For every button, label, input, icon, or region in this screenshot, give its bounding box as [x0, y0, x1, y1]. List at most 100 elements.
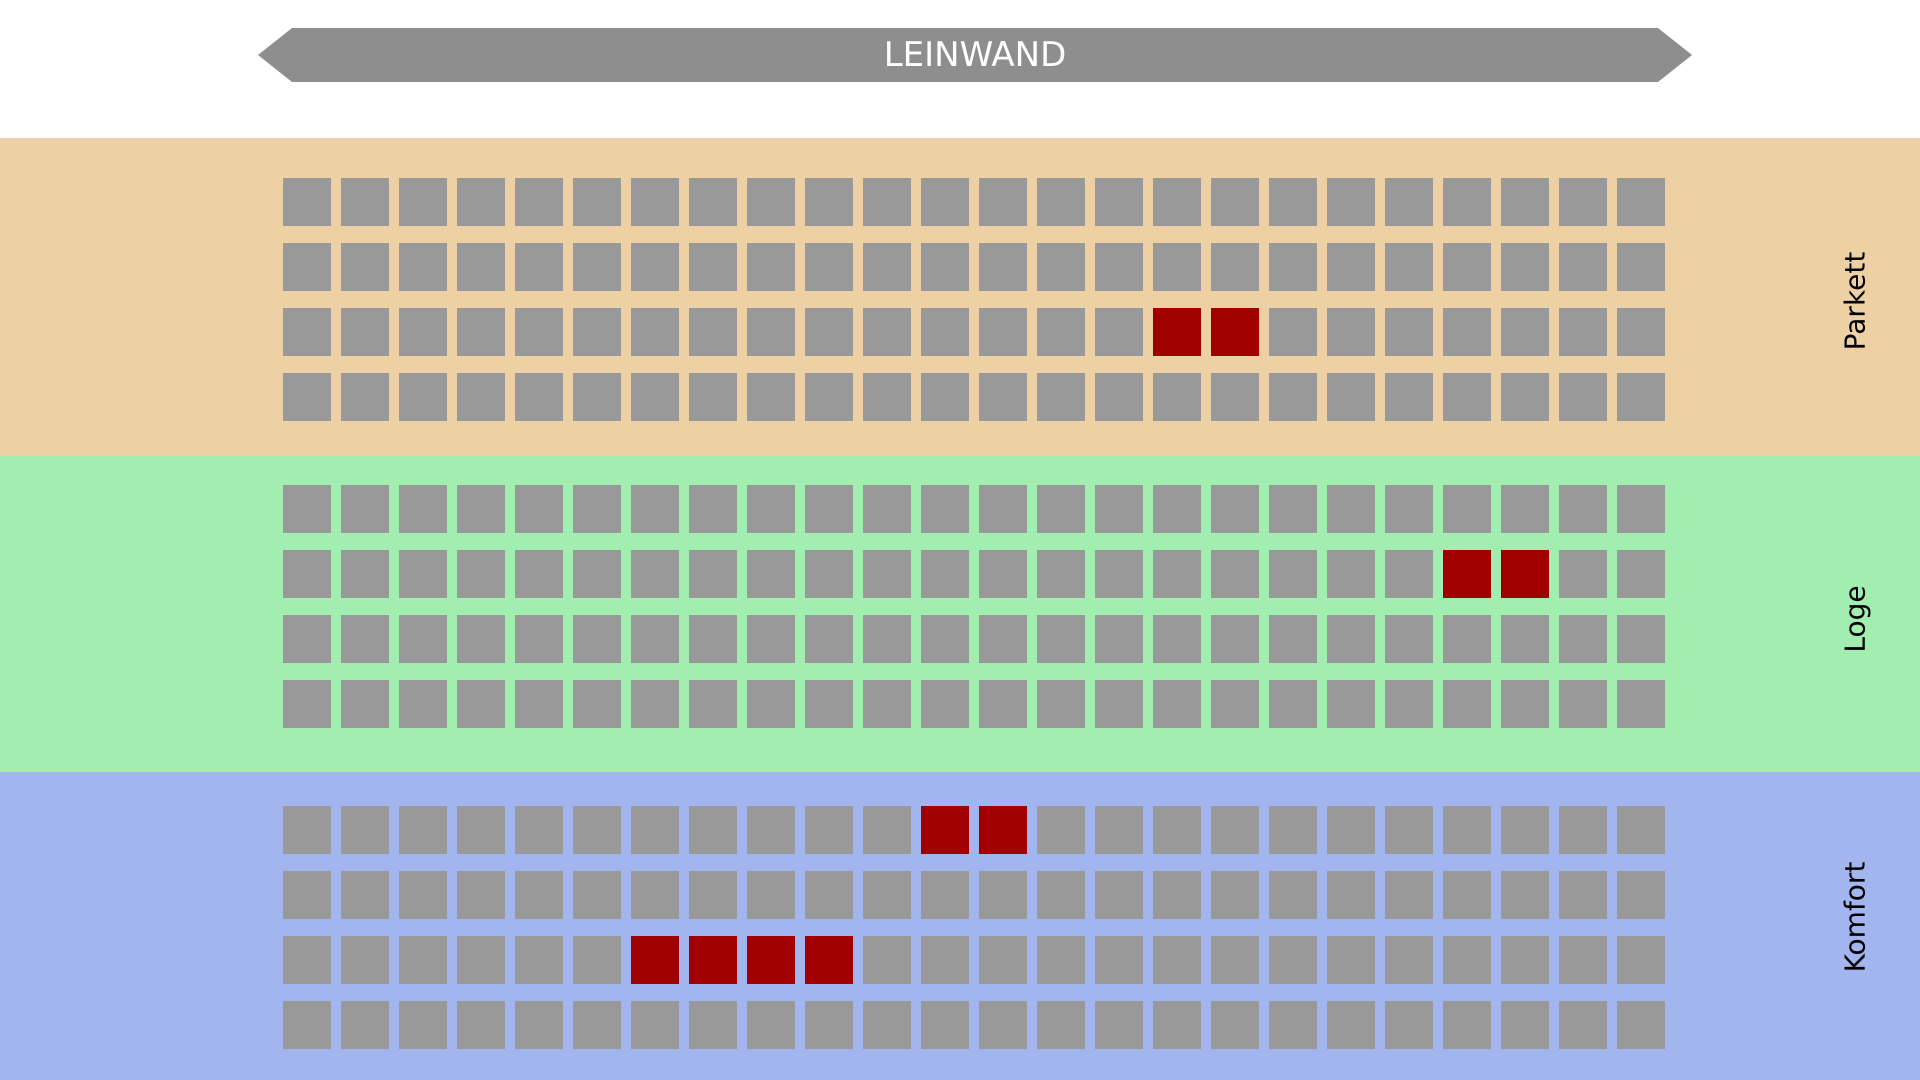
seat-loge-r4-s12-free[interactable] — [921, 680, 969, 728]
seat-parkett-r1-s13-free[interactable] — [979, 178, 1027, 226]
seat-loge-r1-s16-free[interactable] — [1153, 485, 1201, 533]
seat-komfort-r1-s17-free[interactable] — [1211, 806, 1259, 854]
seat-komfort-r4-s23-free[interactable] — [1559, 1001, 1607, 1049]
seat-loge-r4-s20-free[interactable] — [1385, 680, 1433, 728]
seat-loge-r3-s13-free[interactable] — [979, 615, 1027, 663]
seat-komfort-r4-s9-free[interactable] — [747, 1001, 795, 1049]
seat-parkett-r4-s1-free[interactable] — [283, 373, 331, 421]
seat-komfort-r3-s7-taken[interactable] — [631, 936, 679, 984]
seat-komfort-r3-s10-taken[interactable] — [805, 936, 853, 984]
seat-komfort-r4-s17-free[interactable] — [1211, 1001, 1259, 1049]
seat-parkett-r3-s14-free[interactable] — [1037, 308, 1085, 356]
seat-komfort-r1-s21-free[interactable] — [1443, 806, 1491, 854]
seat-loge-r3-s15-free[interactable] — [1095, 615, 1143, 663]
seat-loge-r2-s21-taken[interactable] — [1443, 550, 1491, 598]
seat-parkett-r2-s6-free[interactable] — [573, 243, 621, 291]
seat-parkett-r1-s22-free[interactable] — [1501, 178, 1549, 226]
seat-loge-r3-s6-free[interactable] — [573, 615, 621, 663]
seat-komfort-r1-s15-free[interactable] — [1095, 806, 1143, 854]
seat-loge-r3-s17-free[interactable] — [1211, 615, 1259, 663]
seat-loge-r3-s22-free[interactable] — [1501, 615, 1549, 663]
seat-komfort-r2-s7-free[interactable] — [631, 871, 679, 919]
seat-komfort-r3-s19-free[interactable] — [1327, 936, 1375, 984]
seat-parkett-r1-s17-free[interactable] — [1211, 178, 1259, 226]
seat-komfort-r1-s3-free[interactable] — [399, 806, 447, 854]
seat-komfort-r1-s14-free[interactable] — [1037, 806, 1085, 854]
seat-parkett-r2-s16-free[interactable] — [1153, 243, 1201, 291]
seat-loge-r2-s20-free[interactable] — [1385, 550, 1433, 598]
seat-parkett-r2-s4-free[interactable] — [457, 243, 505, 291]
seat-loge-r1-s21-free[interactable] — [1443, 485, 1491, 533]
seat-parkett-r4-s8-free[interactable] — [689, 373, 737, 421]
seat-komfort-r2-s23-free[interactable] — [1559, 871, 1607, 919]
seat-komfort-r4-s24-free[interactable] — [1617, 1001, 1665, 1049]
seat-loge-r2-s1-free[interactable] — [283, 550, 331, 598]
seat-komfort-r3-s5-free[interactable] — [515, 936, 563, 984]
seat-loge-r2-s11-free[interactable] — [863, 550, 911, 598]
seat-parkett-r1-s12-free[interactable] — [921, 178, 969, 226]
seat-loge-r1-s11-free[interactable] — [863, 485, 911, 533]
seat-komfort-r4-s7-free[interactable] — [631, 1001, 679, 1049]
seat-parkett-r1-s1-free[interactable] — [283, 178, 331, 226]
seat-loge-r1-s20-free[interactable] — [1385, 485, 1433, 533]
seat-parkett-r1-s14-free[interactable] — [1037, 178, 1085, 226]
seat-parkett-r2-s13-free[interactable] — [979, 243, 1027, 291]
seat-komfort-r1-s1-free[interactable] — [283, 806, 331, 854]
seat-loge-r3-s16-free[interactable] — [1153, 615, 1201, 663]
seat-parkett-r2-s14-free[interactable] — [1037, 243, 1085, 291]
seat-parkett-r4-s6-free[interactable] — [573, 373, 621, 421]
seat-loge-r4-s3-free[interactable] — [399, 680, 447, 728]
seat-loge-r2-s19-free[interactable] — [1327, 550, 1375, 598]
seat-loge-r4-s8-free[interactable] — [689, 680, 737, 728]
seat-parkett-r3-s5-free[interactable] — [515, 308, 563, 356]
seat-loge-r2-s2-free[interactable] — [341, 550, 389, 598]
seat-komfort-r4-s14-free[interactable] — [1037, 1001, 1085, 1049]
seat-parkett-r3-s21-free[interactable] — [1443, 308, 1491, 356]
seat-loge-r3-s1-free[interactable] — [283, 615, 331, 663]
seat-parkett-r3-s17-taken[interactable] — [1211, 308, 1259, 356]
seat-komfort-r1-s2-free[interactable] — [341, 806, 389, 854]
seat-loge-r3-s7-free[interactable] — [631, 615, 679, 663]
seat-parkett-r2-s22-free[interactable] — [1501, 243, 1549, 291]
seat-komfort-r1-s23-free[interactable] — [1559, 806, 1607, 854]
seat-loge-r4-s23-free[interactable] — [1559, 680, 1607, 728]
seat-komfort-r4-s5-free[interactable] — [515, 1001, 563, 1049]
seat-loge-r2-s7-free[interactable] — [631, 550, 679, 598]
seat-komfort-r4-s4-free[interactable] — [457, 1001, 505, 1049]
seat-parkett-r1-s11-free[interactable] — [863, 178, 911, 226]
seat-komfort-r2-s13-free[interactable] — [979, 871, 1027, 919]
seat-loge-r2-s17-free[interactable] — [1211, 550, 1259, 598]
seat-parkett-r3-s24-free[interactable] — [1617, 308, 1665, 356]
seat-loge-r3-s24-free[interactable] — [1617, 615, 1665, 663]
seat-parkett-r3-s8-free[interactable] — [689, 308, 737, 356]
seat-loge-r4-s18-free[interactable] — [1269, 680, 1317, 728]
seat-loge-r2-s12-free[interactable] — [921, 550, 969, 598]
seat-parkett-r4-s18-free[interactable] — [1269, 373, 1317, 421]
seat-loge-r2-s22-taken[interactable] — [1501, 550, 1549, 598]
seat-komfort-r1-s10-free[interactable] — [805, 806, 853, 854]
seat-parkett-r3-s18-free[interactable] — [1269, 308, 1317, 356]
seat-loge-r3-s8-free[interactable] — [689, 615, 737, 663]
seat-loge-r2-s24-free[interactable] — [1617, 550, 1665, 598]
seat-parkett-r4-s16-free[interactable] — [1153, 373, 1201, 421]
seat-komfort-r2-s22-free[interactable] — [1501, 871, 1549, 919]
seat-komfort-r1-s19-free[interactable] — [1327, 806, 1375, 854]
seat-komfort-r3-s17-free[interactable] — [1211, 936, 1259, 984]
seat-komfort-r4-s8-free[interactable] — [689, 1001, 737, 1049]
seat-loge-r4-s4-free[interactable] — [457, 680, 505, 728]
seat-parkett-r4-s2-free[interactable] — [341, 373, 389, 421]
seat-komfort-r4-s18-free[interactable] — [1269, 1001, 1317, 1049]
seat-parkett-r2-s15-free[interactable] — [1095, 243, 1143, 291]
seat-komfort-r1-s18-free[interactable] — [1269, 806, 1317, 854]
seat-loge-r1-s23-free[interactable] — [1559, 485, 1607, 533]
seat-parkett-r2-s24-free[interactable] — [1617, 243, 1665, 291]
seat-loge-r1-s2-free[interactable] — [341, 485, 389, 533]
seat-komfort-r3-s20-free[interactable] — [1385, 936, 1433, 984]
seat-parkett-r4-s13-free[interactable] — [979, 373, 1027, 421]
seat-komfort-r2-s12-free[interactable] — [921, 871, 969, 919]
seat-parkett-r2-s9-free[interactable] — [747, 243, 795, 291]
seat-loge-r1-s12-free[interactable] — [921, 485, 969, 533]
seat-komfort-r4-s10-free[interactable] — [805, 1001, 853, 1049]
seat-parkett-r4-s23-free[interactable] — [1559, 373, 1607, 421]
seat-komfort-r4-s6-free[interactable] — [573, 1001, 621, 1049]
